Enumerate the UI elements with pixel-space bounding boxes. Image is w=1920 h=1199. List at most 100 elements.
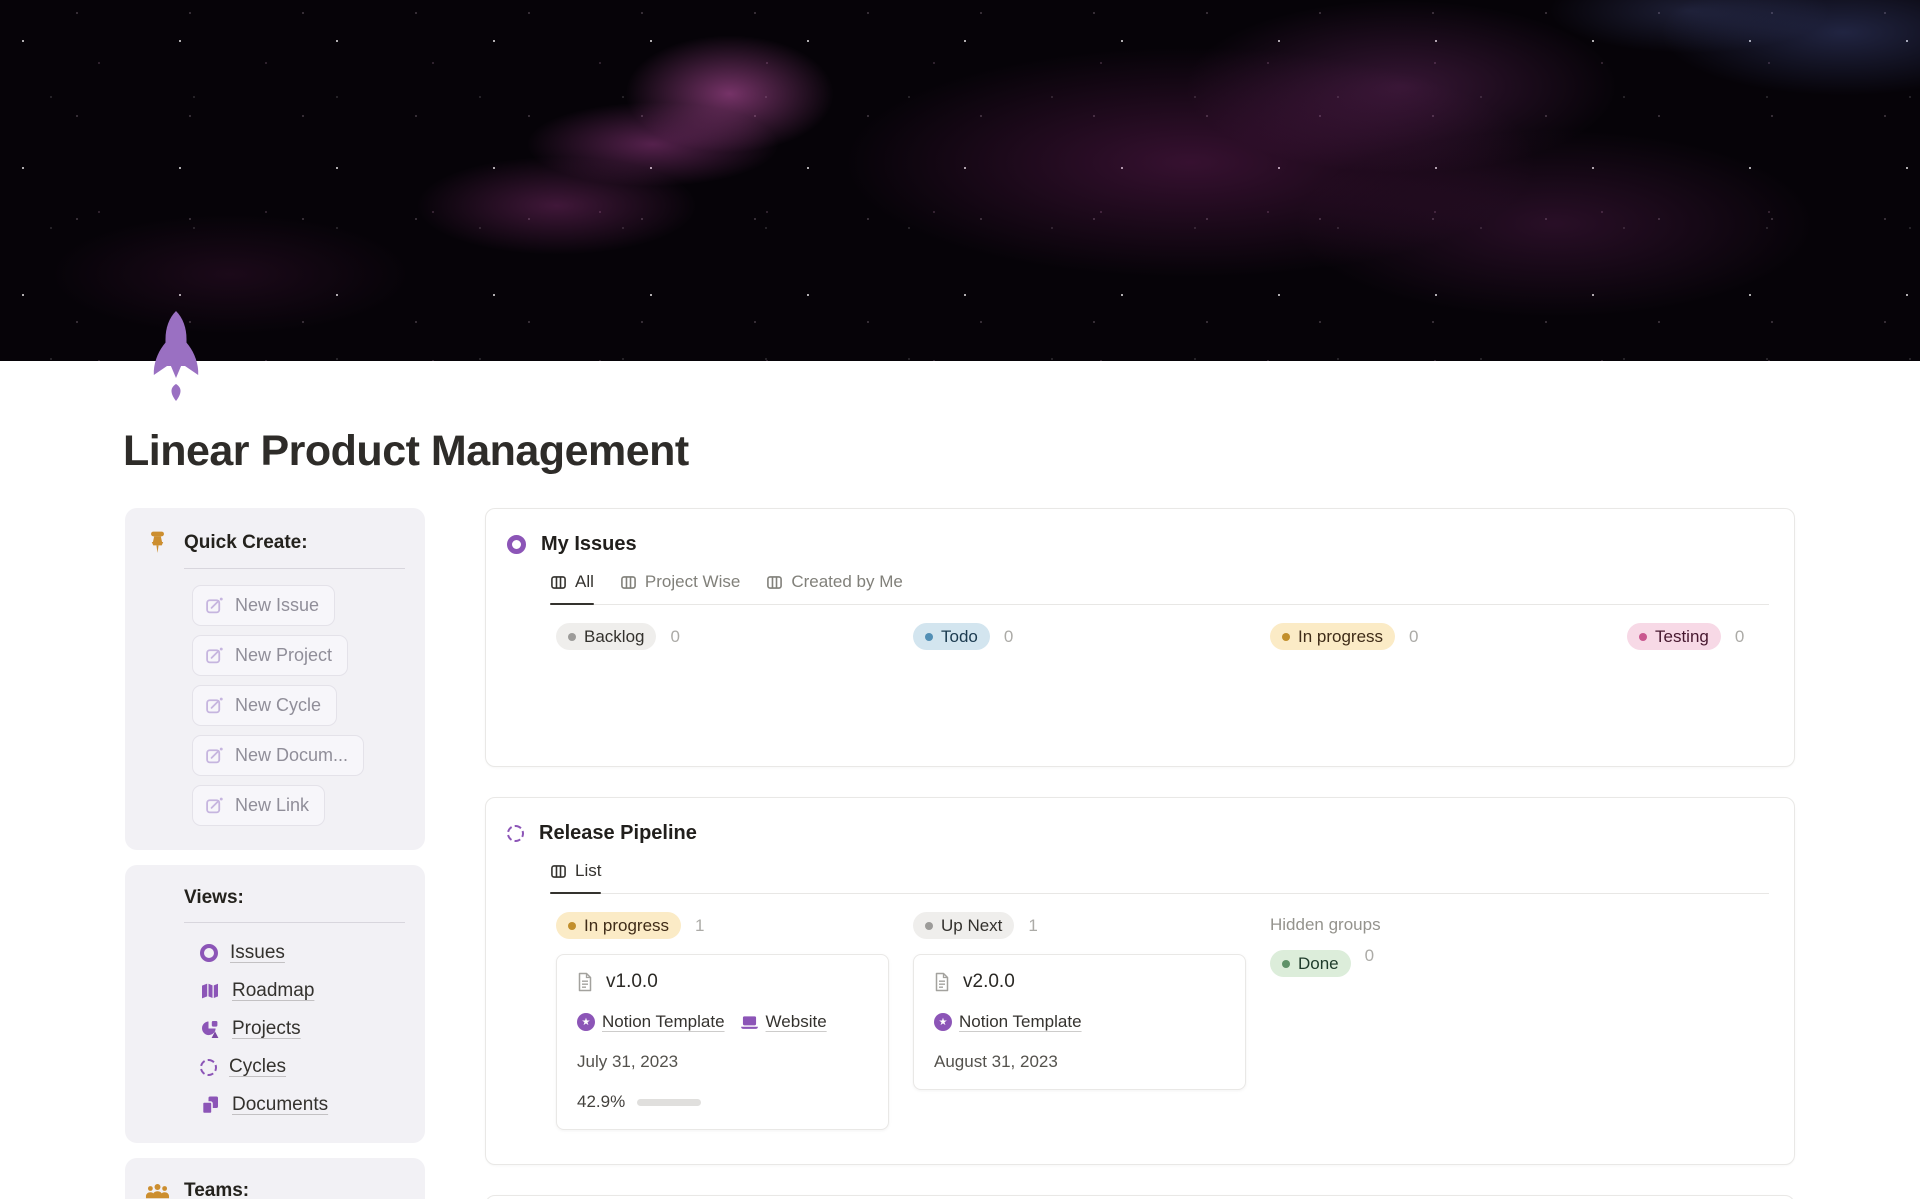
compose-icon xyxy=(205,596,224,615)
release-date: July 31, 2023 xyxy=(577,1052,679,1072)
tab-label: Project Wise xyxy=(644,572,741,592)
new-link-button[interactable]: New Link xyxy=(192,785,326,827)
divider xyxy=(184,568,405,570)
my-issues-header: My Issues xyxy=(507,533,1794,556)
cycles-dashed-circle-icon xyxy=(200,1058,217,1076)
status-badge[interactable]: In progress xyxy=(1270,623,1396,651)
board-view-icon xyxy=(550,863,567,880)
button-label: New Docum... xyxy=(235,745,349,766)
pushpin-icon xyxy=(145,530,170,555)
progress-bar xyxy=(637,1098,702,1106)
page-icon xyxy=(934,972,950,992)
status-label: Up Next xyxy=(941,915,1003,935)
quick-create-header: Quick Create: xyxy=(145,530,405,555)
status-dot xyxy=(1282,632,1290,641)
relation-label: Notion Template xyxy=(959,1012,1082,1032)
status-badge[interactable]: Testing xyxy=(1627,623,1721,651)
release-card-v1[interactable]: v1.0.0 ★ Notion Template Website July 31… xyxy=(556,954,889,1131)
board-view-icon xyxy=(550,574,567,591)
issues-ring-icon xyxy=(200,944,218,963)
relation-website[interactable]: Website xyxy=(740,1012,827,1032)
tab-list[interactable]: List xyxy=(550,861,602,895)
hidden-groups-toggle[interactable]: Hidden groups xyxy=(1270,912,1603,935)
release-title: v2.0.0 xyxy=(963,971,1015,993)
button-label: New Issue xyxy=(235,595,320,616)
relation-label: Notion Template xyxy=(602,1012,725,1032)
sidebar-item-projects[interactable]: Projects xyxy=(200,1015,405,1043)
new-document-button[interactable]: New Docum... xyxy=(192,735,365,777)
sidebar-item-issues[interactable]: Issues xyxy=(200,939,405,967)
teams-card: Teams: xyxy=(125,1158,425,1199)
teams-heading: Teams: xyxy=(184,1180,250,1199)
status-label: Backlog xyxy=(584,626,645,646)
board-view-icon xyxy=(620,574,637,591)
release-pipeline-card: Release Pipeline List In progress 1 v1.0… xyxy=(485,797,1795,1166)
tab-created-by-me[interactable]: Created by Me xyxy=(766,572,903,604)
status-badge[interactable]: Backlog xyxy=(556,623,657,651)
status-dot xyxy=(1639,632,1647,641)
group-count: 1 xyxy=(1028,915,1038,935)
group-in-progress: In progress 0 xyxy=(1270,623,1590,651)
view-link-label: Roadmap xyxy=(232,980,315,1002)
relation-label: Website xyxy=(765,1012,827,1032)
quick-create-buttons: New Issue New Project New Cycle New Docu… xyxy=(192,585,405,827)
status-badge[interactable]: Todo xyxy=(913,623,990,651)
view-link-label: Issues xyxy=(230,942,285,964)
status-label: Todo xyxy=(941,626,978,646)
group-count: 0 xyxy=(670,626,680,646)
empty-board-space xyxy=(486,650,1794,766)
tab-all[interactable]: All xyxy=(550,572,594,606)
group-testing: Testing 0 xyxy=(1627,623,1920,651)
new-project-button[interactable]: New Project xyxy=(192,635,349,677)
compose-icon xyxy=(205,796,224,815)
compose-icon xyxy=(205,746,224,765)
status-label: In progress xyxy=(584,915,670,935)
my-issues-board-groups: Backlog 0 Todo 0 In progress 0 Testing 0 xyxy=(556,623,1794,651)
new-cycle-button[interactable]: New Cycle xyxy=(192,685,338,727)
people-icon xyxy=(145,1182,170,1199)
notion-template-icon: ★ xyxy=(934,1013,952,1032)
group-done: Done 0 xyxy=(1270,935,1603,978)
next-card-partial xyxy=(485,1195,1795,1199)
views-list: Issues Roadmap Projects Cycles Documents xyxy=(200,939,405,1119)
tab-label: Created by Me xyxy=(791,572,903,592)
quick-create-card: Quick Create: New Issue New Project New … xyxy=(125,508,425,851)
tab-project-wise[interactable]: Project Wise xyxy=(620,572,740,604)
status-badge[interactable]: Up Next xyxy=(913,912,1015,940)
column-hidden-groups: Hidden groups Done 0 xyxy=(1270,912,1603,978)
sidebar: Quick Create: New Issue New Project New … xyxy=(125,508,425,1199)
status-badge[interactable]: Done xyxy=(1270,950,1351,978)
sidebar-item-documents[interactable]: Documents xyxy=(200,1091,405,1119)
relation-notion-template[interactable]: ★ Notion Template xyxy=(577,1012,725,1032)
rocket-icon xyxy=(153,311,199,401)
card-title-row: v1.0.0 xyxy=(577,971,868,993)
status-dot xyxy=(1282,959,1290,968)
release-card-v2[interactable]: v2.0.0 ★ Notion Template August 31, 2023 xyxy=(913,954,1246,1091)
group-count: 0 xyxy=(1364,946,1375,966)
notion-template-icon: ★ xyxy=(577,1013,595,1032)
page-title: Linear Product Management xyxy=(123,427,689,475)
status-label: Done xyxy=(1298,953,1339,973)
rocket-page-icon[interactable] xyxy=(151,310,201,404)
database-title[interactable]: Release Pipeline xyxy=(539,822,697,845)
divider xyxy=(184,922,405,924)
compose-icon xyxy=(205,696,224,715)
laptop-icon xyxy=(740,1015,759,1030)
status-badge[interactable]: In progress xyxy=(556,912,682,940)
projects-shapes-icon xyxy=(200,1019,220,1039)
views-header: Views: xyxy=(145,887,405,909)
sidebar-item-roadmap[interactable]: Roadmap xyxy=(200,977,405,1005)
group-todo: Todo 0 xyxy=(913,623,1233,651)
relation-notion-template[interactable]: ★ Notion Template xyxy=(934,1012,1082,1032)
board-view-icon xyxy=(766,574,783,591)
teams-header: Teams: xyxy=(145,1180,405,1199)
progress-row: 42.9% xyxy=(577,1092,868,1112)
documents-pages-icon xyxy=(200,1095,220,1115)
new-issue-button[interactable]: New Issue xyxy=(192,585,336,627)
button-label: New Link xyxy=(235,795,310,816)
sidebar-item-cycles[interactable]: Cycles xyxy=(200,1053,405,1081)
database-title[interactable]: My Issues xyxy=(541,533,637,556)
card-relations: ★ Notion Template xyxy=(934,1012,1225,1032)
card-relations: ★ Notion Template xyxy=(577,1012,868,1032)
status-dot xyxy=(925,632,933,641)
